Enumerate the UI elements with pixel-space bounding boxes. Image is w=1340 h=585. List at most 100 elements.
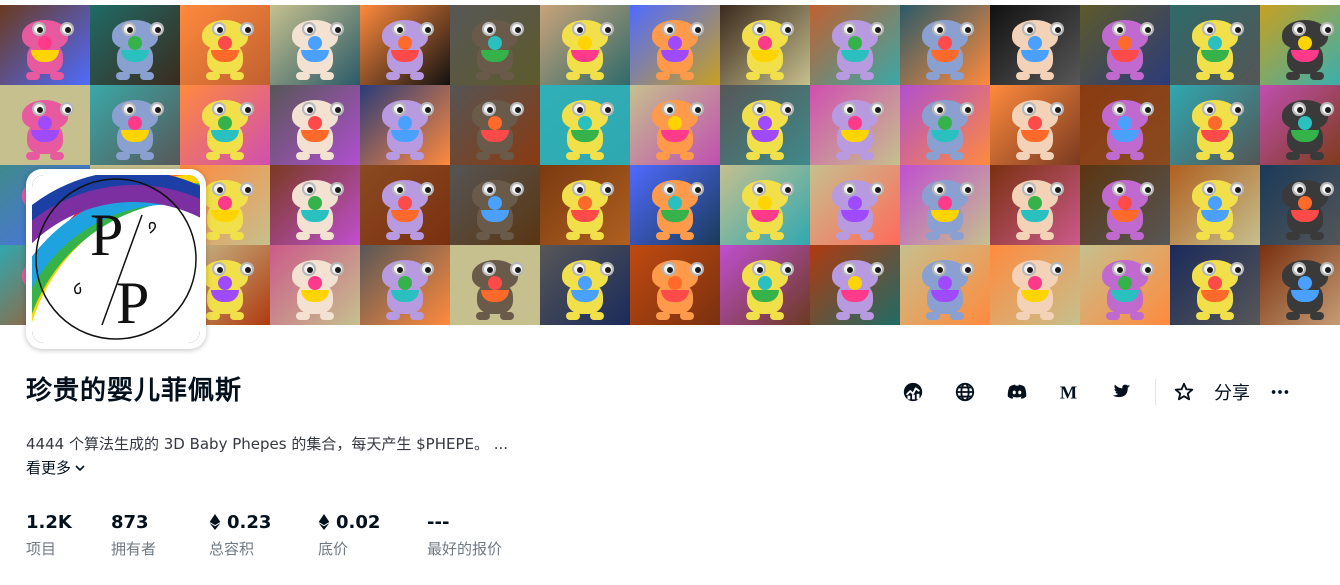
nft-tile xyxy=(0,85,90,165)
stat-best-offer[interactable]: --- 最好的报价 xyxy=(427,510,537,559)
nft-tile xyxy=(540,85,630,165)
website-button[interactable] xyxy=(939,374,991,410)
frog-figure-icon xyxy=(914,12,976,82)
svg-text:M: M xyxy=(1060,382,1077,402)
nft-tile xyxy=(1260,245,1340,325)
nft-tile xyxy=(1260,5,1340,85)
nft-tile xyxy=(360,85,450,165)
nft-tile xyxy=(810,245,900,325)
twitter-button[interactable] xyxy=(1095,374,1147,410)
frog-figure-icon xyxy=(1184,12,1246,82)
avatar-image: P P xyxy=(32,175,200,343)
frog-figure-icon xyxy=(194,92,256,162)
frog-figure-icon xyxy=(374,172,436,242)
stat-total-volume[interactable]: 0.23 总容积 xyxy=(209,510,318,559)
nft-tile xyxy=(90,85,180,165)
chevron-down-icon xyxy=(75,464,85,471)
frog-figure-icon xyxy=(644,92,706,162)
frog-figure-icon xyxy=(464,252,526,322)
nft-tile xyxy=(900,85,990,165)
frog-figure-icon xyxy=(1274,252,1336,322)
frog-figure-icon xyxy=(1004,12,1066,82)
nft-tile xyxy=(270,245,360,325)
nft-tile xyxy=(450,5,540,85)
ethereum-icon xyxy=(209,514,221,530)
medium-button[interactable]: M xyxy=(1043,374,1095,410)
frog-figure-icon xyxy=(104,12,166,82)
collection-stats: 1.2K 项目 873 拥有者 0.23 总容积 0.02 底价 --- 最好的… xyxy=(26,510,537,559)
nft-tile xyxy=(810,165,900,245)
frog-figure-icon xyxy=(734,252,796,322)
collection-avatar[interactable]: P P xyxy=(26,169,206,349)
nft-tile xyxy=(720,85,810,165)
nft-tile xyxy=(360,5,450,85)
frog-figure-icon xyxy=(104,92,166,162)
share-label: 分享 xyxy=(1214,383,1250,404)
share-button[interactable]: 分享 xyxy=(1206,379,1250,405)
stat-label: 总容积 xyxy=(209,540,255,558)
nft-tile xyxy=(1170,85,1260,165)
frog-figure-icon xyxy=(824,172,886,242)
nft-tile xyxy=(990,5,1080,85)
frog-figure-icon xyxy=(1094,252,1156,322)
nft-tile xyxy=(450,165,540,245)
stat-floor-price[interactable]: 0.02 底价 xyxy=(318,510,427,559)
nft-tile xyxy=(810,5,900,85)
header-actions: M 分享 xyxy=(887,374,1306,410)
frog-figure-icon xyxy=(824,12,886,82)
frog-figure-icon xyxy=(284,92,346,162)
frog-figure-icon xyxy=(284,12,346,82)
see-more-button[interactable]: 看更多 xyxy=(26,457,86,478)
nft-tile xyxy=(1260,85,1340,165)
website-icon xyxy=(955,382,975,402)
frog-figure-icon xyxy=(554,92,616,162)
nft-tile xyxy=(1080,165,1170,245)
nft-tile xyxy=(180,85,270,165)
nft-tile xyxy=(90,5,180,85)
frog-figure-icon xyxy=(464,12,526,82)
nft-tile xyxy=(720,5,810,85)
nft-tile xyxy=(810,85,900,165)
nft-tile xyxy=(900,165,990,245)
stat-items[interactable]: 1.2K 项目 xyxy=(26,510,111,559)
stat-label: 最好的报价 xyxy=(427,540,503,558)
nft-tile xyxy=(990,85,1080,165)
nft-tile xyxy=(1260,165,1340,245)
frog-figure-icon xyxy=(644,252,706,322)
nft-tile xyxy=(1170,165,1260,245)
stat-label: 项目 xyxy=(26,540,57,558)
nft-tile xyxy=(630,85,720,165)
nft-tile xyxy=(720,245,810,325)
frog-figure-icon xyxy=(374,252,436,322)
nft-tile xyxy=(990,245,1080,325)
nft-tile xyxy=(900,245,990,325)
svg-text:P: P xyxy=(116,270,149,336)
frog-figure-icon xyxy=(734,92,796,162)
see-more-label: 看更多 xyxy=(26,459,72,477)
nft-tile xyxy=(450,85,540,165)
frog-figure-icon xyxy=(1184,92,1246,162)
frog-figure-icon xyxy=(554,252,616,322)
nft-tile xyxy=(540,5,630,85)
frog-figure-icon xyxy=(374,92,436,162)
frog-figure-icon xyxy=(1274,92,1336,162)
nft-tile xyxy=(360,245,450,325)
favorite-button[interactable] xyxy=(1164,374,1204,410)
stat-value: 1.2K xyxy=(26,511,72,533)
frog-figure-icon xyxy=(914,172,976,242)
nft-tile xyxy=(270,5,360,85)
stat-label: 拥有者 xyxy=(111,540,157,558)
frog-figure-icon xyxy=(14,92,76,162)
frog-figure-icon xyxy=(644,12,706,82)
nft-tile xyxy=(1080,85,1170,165)
collection-title: 珍贵的婴儿菲佩斯 xyxy=(26,376,243,406)
stat-owners[interactable]: 873 拥有者 xyxy=(111,510,209,559)
frog-figure-icon xyxy=(1004,172,1066,242)
activity-button[interactable] xyxy=(887,374,939,410)
frog-figure-icon xyxy=(284,172,346,242)
more-options-button[interactable] xyxy=(1254,374,1306,410)
nft-tile xyxy=(270,85,360,165)
frog-figure-icon xyxy=(464,172,526,242)
discord-button[interactable] xyxy=(991,374,1043,410)
nft-tile xyxy=(630,245,720,325)
